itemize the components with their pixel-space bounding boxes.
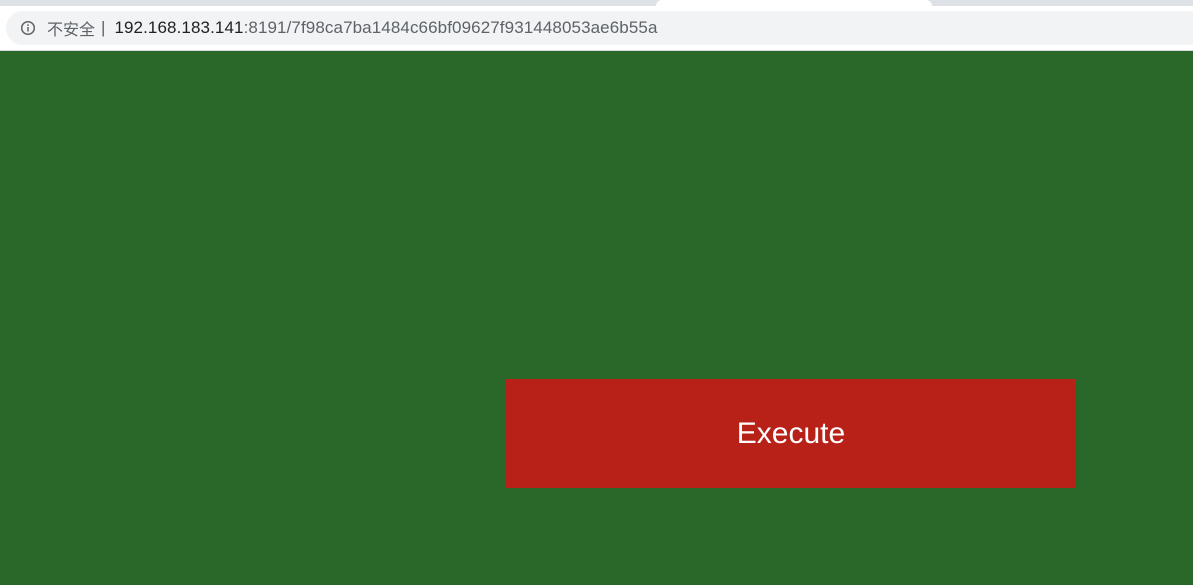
url-path: :8191/7f98ca7ba1484c66bf09627f931448053a… <box>243 18 658 37</box>
address-separator: | <box>101 18 106 37</box>
url-text[interactable]: 192.168.183.141:8191/7f98ca7ba1484c66bf0… <box>114 18 657 38</box>
address-bar[interactable]: 不安全 | 192.168.183.141:8191/7f98ca7ba1484… <box>6 11 1193 45</box>
execute-button[interactable]: Execute <box>506 379 1076 488</box>
info-icon[interactable] <box>20 20 36 36</box>
page-content: Execute <box>0 51 1193 585</box>
browser-window: 不安全 | 192.168.183.141:8191/7f98ca7ba1484… <box>0 0 1193 585</box>
security-status-label[interactable]: 不安全 <box>47 16 95 40</box>
browser-toolbar: 不安全 | 192.168.183.141:8191/7f98ca7ba1484… <box>0 6 1193 51</box>
url-host: 192.168.183.141 <box>114 18 244 37</box>
